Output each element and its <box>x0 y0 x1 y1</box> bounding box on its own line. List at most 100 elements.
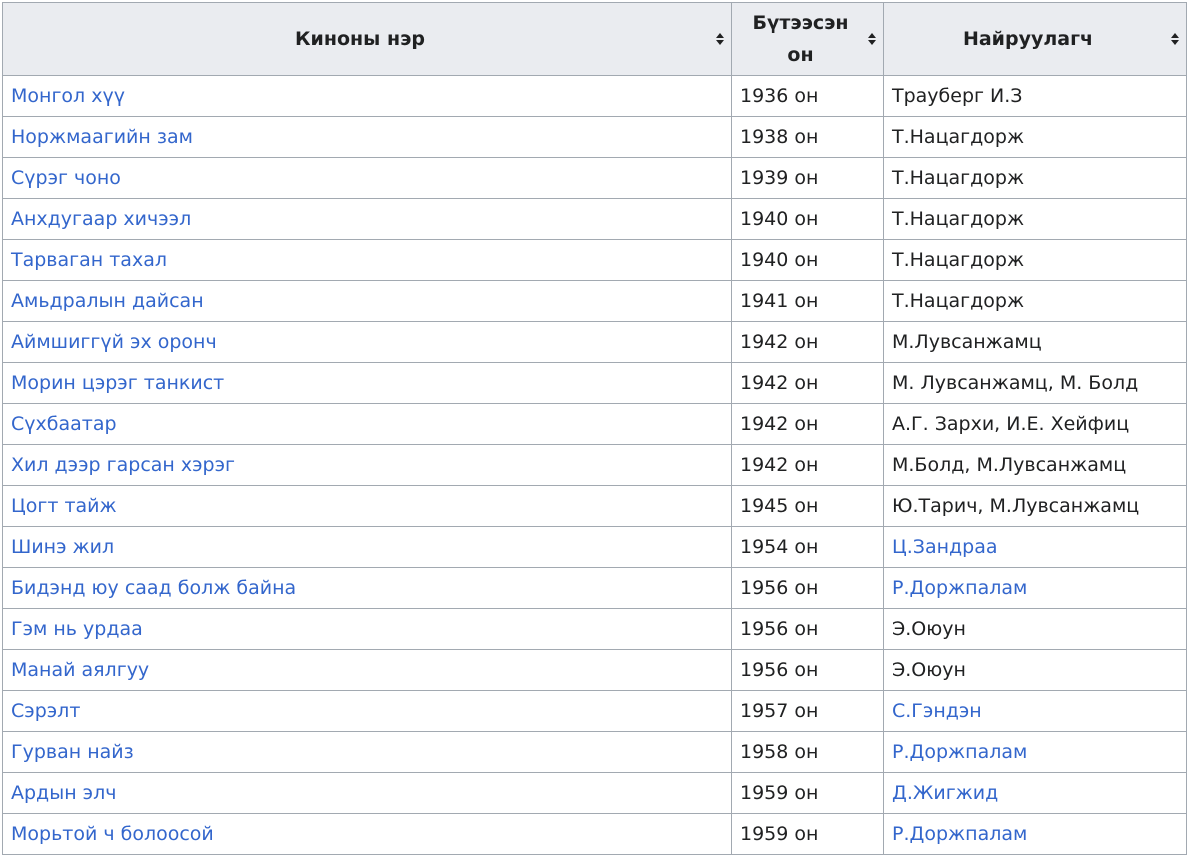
film-title-cell: Морьтой ч болоосой <box>2 813 732 855</box>
film-director-cell: М.Лувсанжамц <box>883 321 1187 363</box>
director-link[interactable]: Ц.Зандраа <box>892 536 998 558</box>
film-year-text: 1954 он <box>740 536 819 558</box>
film-director-cell: Т.Нацагдорж <box>883 157 1187 199</box>
director-text: М.Болд, М.Лувсанжамц <box>892 454 1127 476</box>
film-title-link[interactable]: Ардын элч <box>11 782 116 804</box>
director-text: Т.Нацагдорж <box>892 208 1025 230</box>
film-director-cell: М. Лувсанжамц, М. Болд <box>883 362 1187 404</box>
director-text: Трауберг И.З <box>892 85 1023 107</box>
sort-icon[interactable] <box>715 32 725 46</box>
table-row: Аймшиггүй эх оронч 1942 он М.Лувсанжамц <box>2 321 1187 363</box>
director-link[interactable]: Р.Доржпалам <box>892 823 1027 845</box>
film-title-link[interactable]: Шинэ жил <box>11 536 114 558</box>
film-title-cell: Гэм нь урдаа <box>2 608 732 650</box>
film-title-link[interactable]: Манай аялгуу <box>11 659 149 681</box>
table-row: Сэрэлт 1957 он С.Гэндэн <box>2 690 1187 732</box>
film-title-cell: Амьдралын дайсан <box>2 280 732 322</box>
film-year-cell: 1956 он <box>731 567 884 609</box>
film-director-cell: Т.Нацагдорж <box>883 198 1187 240</box>
film-year-text: 1941 он <box>740 290 819 312</box>
column-header-title[interactable]: Киноны нэр <box>2 2 732 76</box>
film-title-link[interactable]: Сүрэг чоно <box>11 167 121 189</box>
film-year-text: 1945 он <box>740 495 819 517</box>
film-year-text: 1936 он <box>740 85 819 107</box>
table-row: Цогт тайж 1945 он Ю.Тарич, М.Лувсанжамц <box>2 485 1187 527</box>
director-text: А.Г. Зархи, И.Е. Хейфиц <box>892 413 1130 435</box>
director-text: Т.Нацагдорж <box>892 167 1025 189</box>
film-year-cell: 1959 он <box>731 772 884 814</box>
film-year-text: 1942 он <box>740 372 819 394</box>
films-table: Киноны нэр Бүтээсэн он Найруулагч Монгол… <box>2 2 1187 855</box>
film-year-text: 1942 он <box>740 331 819 353</box>
table-row: Монгол хүү 1936 он Трауберг И.З <box>2 75 1187 117</box>
film-year-cell: 1956 он <box>731 608 884 650</box>
film-director-cell: Ю.Тарич, М.Лувсанжамц <box>883 485 1187 527</box>
film-title-cell: Монгол хүү <box>2 75 732 117</box>
film-title-link[interactable]: Бидэнд юу саад болж байна <box>11 577 296 599</box>
column-header-year[interactable]: Бүтээсэн он <box>731 2 884 76</box>
film-director-cell: Т.Нацагдорж <box>883 280 1187 322</box>
table-row: Морьтой ч болоосой 1959 он Р.Доржпалам <box>2 813 1187 855</box>
film-title-link[interactable]: Хил дээр гарсан хэрэг <box>11 454 235 476</box>
table-row: Морин цэрэг танкист 1942 он М. Лувсанжамц,… <box>2 362 1187 404</box>
film-title-cell: Сүхбаатар <box>2 403 732 445</box>
film-title-link[interactable]: Аймшиггүй эх оронч <box>11 331 217 353</box>
film-director-cell: Д.Жигжид <box>883 772 1187 814</box>
sort-icon[interactable] <box>867 32 877 46</box>
film-title-cell: Хил дээр гарсан хэрэг <box>2 444 732 486</box>
director-link[interactable]: Р.Доржпалам <box>892 741 1027 763</box>
film-title-link[interactable]: Амьдралын дайсан <box>11 290 204 312</box>
film-title-cell: Морин цэрэг танкист <box>2 362 732 404</box>
film-title-link[interactable]: Морьтой ч болоосой <box>11 823 214 845</box>
film-title-link[interactable]: Норжмаагийн зам <box>11 126 193 148</box>
director-link[interactable]: С.Гэндэн <box>892 700 982 722</box>
film-year-text: 1938 он <box>740 126 819 148</box>
film-year-cell: 1942 он <box>731 403 884 445</box>
film-director-cell: Э.Оюун <box>883 608 1187 650</box>
film-year-text: 1940 он <box>740 249 819 271</box>
column-header-director[interactable]: Найруулагч <box>883 2 1187 76</box>
film-title-link[interactable]: Гурван найз <box>11 741 134 763</box>
film-year-cell: 1945 он <box>731 485 884 527</box>
film-year-cell: 1942 он <box>731 444 884 486</box>
film-year-cell: 1942 он <box>731 321 884 363</box>
film-title-link[interactable]: Тарваган тахал <box>11 249 167 271</box>
film-year-text: 1958 он <box>740 741 819 763</box>
table-header: Киноны нэр Бүтээсэн он Найруулагч <box>2 2 1187 76</box>
table-row: Тарваган тахал 1940 он Т.Нацагдорж <box>2 239 1187 281</box>
film-title-link[interactable]: Монгол хүү <box>11 85 125 107</box>
film-year-text: 1939 он <box>740 167 819 189</box>
film-year-cell: 1959 он <box>731 813 884 855</box>
film-title-cell: Шинэ жил <box>2 526 732 568</box>
film-title-link[interactable]: Гэм нь урдаа <box>11 618 143 640</box>
film-title-link[interactable]: Сүхбаатар <box>11 413 117 435</box>
film-title-cell: Гурван найз <box>2 731 732 773</box>
film-title-link[interactable]: Анхдугаар хичээл <box>11 208 191 230</box>
film-year-cell: 1942 он <box>731 362 884 404</box>
film-year-text: 1942 он <box>740 454 819 476</box>
sort-icon[interactable] <box>1170 32 1180 46</box>
film-year-text: 1959 он <box>740 782 819 804</box>
film-title-link[interactable]: Сэрэлт <box>11 700 80 722</box>
film-director-cell: А.Г. Зархи, И.Е. Хейфиц <box>883 403 1187 445</box>
film-title-link[interactable]: Морин цэрэг танкист <box>11 372 224 394</box>
director-text: Т.Нацагдорж <box>892 290 1025 312</box>
film-title-cell: Сүрэг чоно <box>2 157 732 199</box>
film-title-cell: Бидэнд юу саад болж байна <box>2 567 732 609</box>
film-year-text: 1942 он <box>740 413 819 435</box>
film-year-cell: 1954 он <box>731 526 884 568</box>
film-title-cell: Манай аялгуу <box>2 649 732 691</box>
director-link[interactable]: Д.Жигжид <box>892 782 998 804</box>
film-director-cell: Т.Нацагдорж <box>883 239 1187 281</box>
director-text: Ю.Тарич, М.Лувсанжамц <box>892 495 1140 517</box>
film-year-cell: 1940 он <box>731 198 884 240</box>
film-director-cell: Трауберг И.З <box>883 75 1187 117</box>
table-row: Гэм нь урдаа 1956 он Э.Оюун <box>2 608 1187 650</box>
table-row: Хил дээр гарсан хэрэг 1942 он М.Болд, М.Лу… <box>2 444 1187 486</box>
director-link[interactable]: Р.Доржпалам <box>892 577 1027 599</box>
film-year-text: 1959 он <box>740 823 819 845</box>
header-row: Киноны нэр Бүтээсэн он Найруулагч <box>2 2 1187 76</box>
film-director-cell: Э.Оюун <box>883 649 1187 691</box>
film-director-cell: Т.Нацагдорж <box>883 116 1187 158</box>
film-title-link[interactable]: Цогт тайж <box>11 495 117 517</box>
